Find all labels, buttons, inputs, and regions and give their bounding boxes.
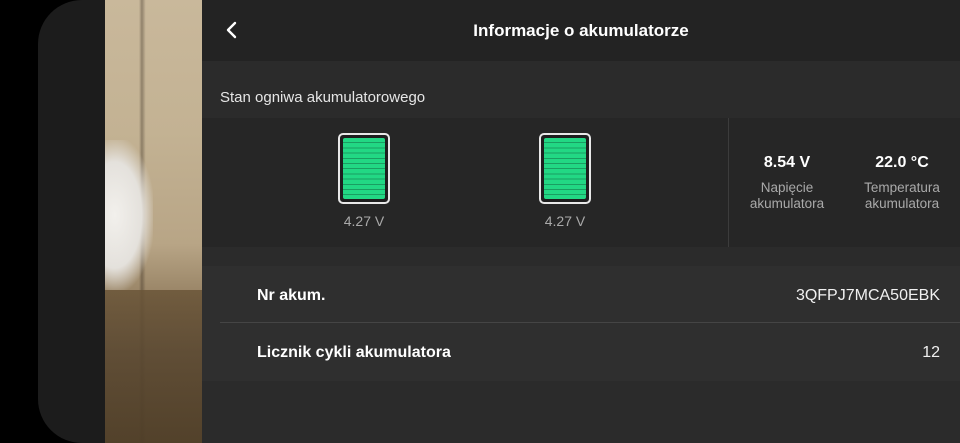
header-bar: Informacje o akumulatorze [202, 0, 960, 61]
serial-number-label: Nr akum. [257, 287, 326, 304]
cycle-count-value: 12 [922, 344, 940, 361]
back-button[interactable] [218, 16, 246, 44]
serial-number-row: Nr akum. 3QFPJ7MCA50EBK [220, 267, 960, 324]
battery-temperature-value: 22.0 °C [875, 154, 929, 171]
battery-cell-2: 4.27 V [535, 133, 595, 229]
battery-voltage-value: 8.54 V [763, 154, 811, 171]
cells-area: 4.27 V 4.27 V 8.54 V Napięcie akumulator… [202, 118, 960, 247]
cycle-count-row: Licznik cykli akumulatora 12 [220, 324, 960, 381]
battery-info-panel: Informacje o akumulatorze Stan ogniwa ak… [202, 0, 960, 443]
battery-info-list: Nr akum. 3QFPJ7MCA50EBK Licznik cykli ak… [202, 266, 960, 381]
battery-temperature-stat: 22.0 °C Temperatura akumulatora [854, 154, 950, 212]
cells-section-title: Stan ogniwa akumulatorowego [220, 89, 426, 106]
serial-number-value: 3QFPJ7MCA50EBK [795, 287, 940, 304]
page-title: Informacje o akumulatorze [473, 21, 689, 40]
battery-temperature-label: Temperatura akumulatora [864, 180, 940, 211]
battery-voltage-stat: 8.54 V Napięcie akumulatora [738, 154, 836, 212]
cycle-count-label: Licznik cykli akumulatora [257, 344, 451, 361]
cell-voltage: 4.27 V [343, 213, 385, 229]
camera-preview-object [105, 140, 153, 290]
battery-cell-1: 4.27 V [334, 133, 394, 229]
chevron-left-icon [226, 21, 237, 39]
section-divider [728, 118, 729, 247]
battery-voltage-label: Napięcie akumulatora [749, 180, 825, 211]
row-divider [220, 322, 960, 323]
cell-voltage: 4.27 V [544, 213, 586, 229]
battery-cell-icon [338, 133, 390, 204]
camera-preview-floor [105, 290, 202, 443]
battery-cell-icon [539, 133, 591, 204]
battery-cell-fill [544, 138, 586, 199]
battery-cell-fill [343, 138, 385, 199]
